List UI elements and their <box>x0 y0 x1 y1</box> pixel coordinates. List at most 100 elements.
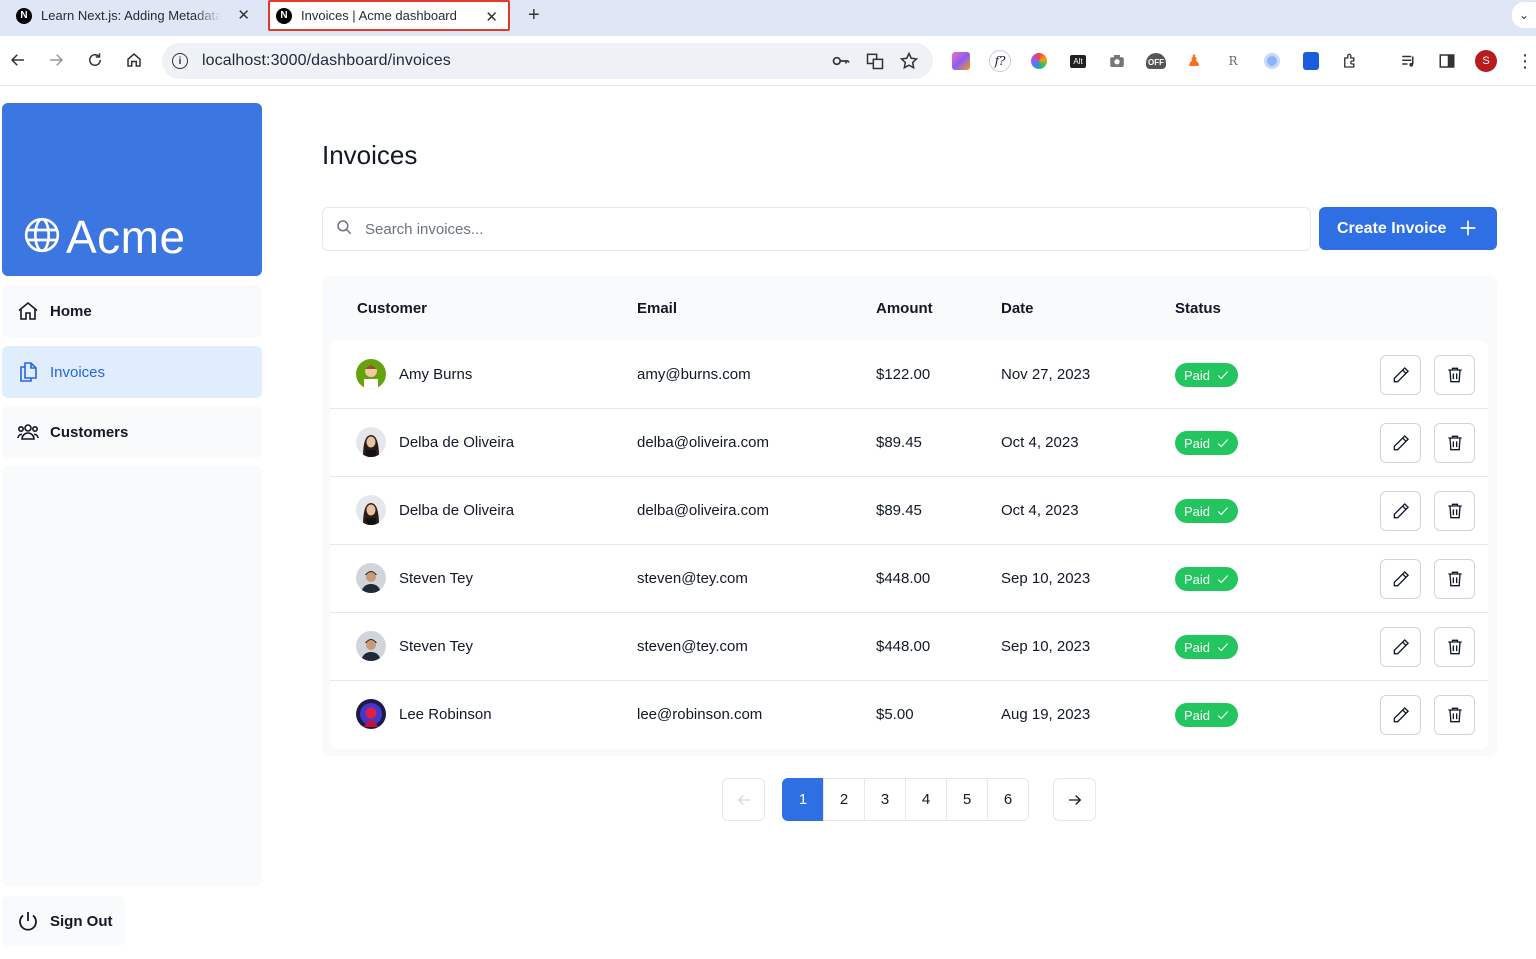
extensions-puzzle-icon[interactable] <box>1339 50 1361 72</box>
customer-email: lee@robinson.com <box>637 706 763 723</box>
next-page-button[interactable] <box>1053 778 1096 821</box>
check-icon <box>1217 371 1229 380</box>
page-4-button[interactable]: 4 <box>905 778 947 821</box>
check-icon <box>1217 643 1229 652</box>
trash-icon <box>1447 571 1462 587</box>
edit-invoice-button[interactable] <box>1380 627 1421 667</box>
tab-search-chevron-icon[interactable]: ⌄ <box>1512 2 1536 28</box>
customer-name: Lee Robinson <box>399 706 492 723</box>
tab-title: Invoices | Acme dashboard <box>301 8 457 23</box>
page-5-button[interactable]: 5 <box>946 778 988 821</box>
profile-avatar[interactable]: S <box>1475 50 1497 72</box>
back-arrow-icon[interactable] <box>6 48 30 72</box>
status-label: Paid <box>1184 503 1211 519</box>
search-input[interactable] <box>365 220 1265 238</box>
browser-tab-bar: N Learn Next.js: Adding Metadata ✕ N Inv… <box>0 0 1536 36</box>
side-panel-icon[interactable] <box>1436 50 1458 72</box>
gradient-extension-icon[interactable] <box>950 50 972 72</box>
delete-invoice-button[interactable] <box>1434 559 1475 599</box>
search-box[interactable] <box>322 207 1311 251</box>
site-info-icon[interactable]: i <box>172 53 188 69</box>
edit-invoice-button[interactable] <box>1380 491 1421 531</box>
invoice-amount: $122.00 <box>876 366 931 383</box>
home-browser-icon[interactable] <box>122 48 146 72</box>
logo-text: Acme <box>66 211 186 263</box>
off-extension-icon[interactable]: OFF <box>1144 50 1168 72</box>
browser-toolbar: i localhost:3000/dashboard/invoices f? A… <box>0 36 1536 86</box>
close-tab-icon[interactable]: ✕ <box>237 6 250 24</box>
sidebar-item-invoices[interactable]: Invoices <box>2 346 262 398</box>
forward-arrow-icon[interactable] <box>44 48 68 72</box>
table-row: Steven Tey steven@tey.com $448.00 Sep 10… <box>330 613 1488 681</box>
translate-icon[interactable] <box>865 51 885 76</box>
readium-extension-icon[interactable]: R <box>1222 50 1244 72</box>
password-key-icon[interactable] <box>831 51 851 76</box>
customer-name: Steven Tey <box>399 570 473 587</box>
invoice-date: Sep 10, 2023 <box>1001 638 1091 655</box>
delete-invoice-button[interactable] <box>1434 491 1475 531</box>
power-icon <box>16 909 40 933</box>
page-2-button[interactable]: 2 <box>823 778 865 821</box>
invoice-amount: $89.45 <box>876 502 922 519</box>
alt-text-extension-icon[interactable]: Alt <box>1067 50 1089 72</box>
sidebar-item-home[interactable]: Home <box>2 285 262 337</box>
sidebar-item-label: Invoices <box>50 363 106 381</box>
reload-icon[interactable] <box>83 48 107 72</box>
status-badge: Paid <box>1175 703 1239 727</box>
invoice-amount: $5.00 <box>876 706 914 723</box>
address-bar[interactable]: i localhost:3000/dashboard/invoices <box>162 43 933 79</box>
edit-invoice-button[interactable] <box>1380 695 1421 735</box>
url-text: localhost:3000/dashboard/invoices <box>202 52 451 69</box>
invoice-date: Aug 19, 2023 <box>1001 706 1091 723</box>
table-row: Delba de Oliveira delba@oliveira.com $89… <box>330 409 1488 477</box>
status-label: Paid <box>1184 435 1211 451</box>
edit-invoice-button[interactable] <box>1380 355 1421 395</box>
new-tab-button[interactable]: + <box>528 4 540 27</box>
user-group-icon <box>16 420 40 444</box>
invoice-date: Sep 10, 2023 <box>1001 570 1091 587</box>
delete-invoice-button[interactable] <box>1434 627 1475 667</box>
pencil-icon <box>1393 570 1409 587</box>
color-picker-extension-icon[interactable] <box>1028 50 1050 72</box>
bitwarden-shield-icon[interactable] <box>1300 50 1322 72</box>
trash-icon <box>1447 367 1462 383</box>
browser-tab-learn-nextjs[interactable]: N Learn Next.js: Adding Metadata ✕ <box>8 0 260 31</box>
bookmark-star-icon[interactable] <box>899 51 919 76</box>
status-badge: Paid <box>1175 635 1239 659</box>
check-icon <box>1217 507 1229 516</box>
previous-page-button[interactable] <box>722 778 765 821</box>
avatar <box>356 699 386 729</box>
edit-invoice-button[interactable] <box>1380 423 1421 463</box>
pagination: 1 2 3 4 5 6 <box>782 778 1029 821</box>
plus-icon <box>1457 217 1479 244</box>
fox-extension-icon[interactable]: ♟ <box>1183 50 1205 72</box>
invoice-date: Oct 4, 2023 <box>1001 502 1079 519</box>
check-icon <box>1217 711 1229 720</box>
page-3-button[interactable]: 3 <box>864 778 906 821</box>
trash-icon <box>1447 639 1462 655</box>
close-tab-icon[interactable]: ✕ <box>485 8 498 26</box>
home-icon <box>16 299 40 323</box>
browser-tab-invoices[interactable]: N Invoices | Acme dashboard ✕ <box>268 0 510 31</box>
edit-invoice-button[interactable] <box>1380 559 1421 599</box>
lens-extension-icon[interactable] <box>1261 50 1283 72</box>
customer-name: Delba de Oliveira <box>399 434 515 451</box>
check-icon <box>1217 439 1229 448</box>
create-invoice-button[interactable]: Create Invoice <box>1319 207 1497 250</box>
page-1-button[interactable]: 1 <box>782 778 824 821</box>
sidebar-item-customers[interactable]: Customers <box>2 406 262 458</box>
pencil-icon <box>1393 366 1409 383</box>
font-finder-extension-icon[interactable]: f? <box>989 50 1011 72</box>
media-controls-icon[interactable] <box>1398 50 1420 72</box>
sign-out-button[interactable]: Sign Out <box>2 896 125 946</box>
browser-menu-icon[interactable]: ⋮ <box>1514 50 1536 72</box>
nextjs-favicon-icon: N <box>276 7 292 24</box>
acme-logo-panel[interactable]: Acme <box>2 103 262 276</box>
camera-extension-icon[interactable] <box>1106 50 1128 72</box>
delete-invoice-button[interactable] <box>1434 695 1475 735</box>
column-header-date: Date <box>1001 300 1034 317</box>
delete-invoice-button[interactable] <box>1434 423 1475 463</box>
page-6-button[interactable]: 6 <box>987 778 1029 821</box>
delete-invoice-button[interactable] <box>1434 355 1475 395</box>
invoice-amount: $448.00 <box>876 638 931 655</box>
